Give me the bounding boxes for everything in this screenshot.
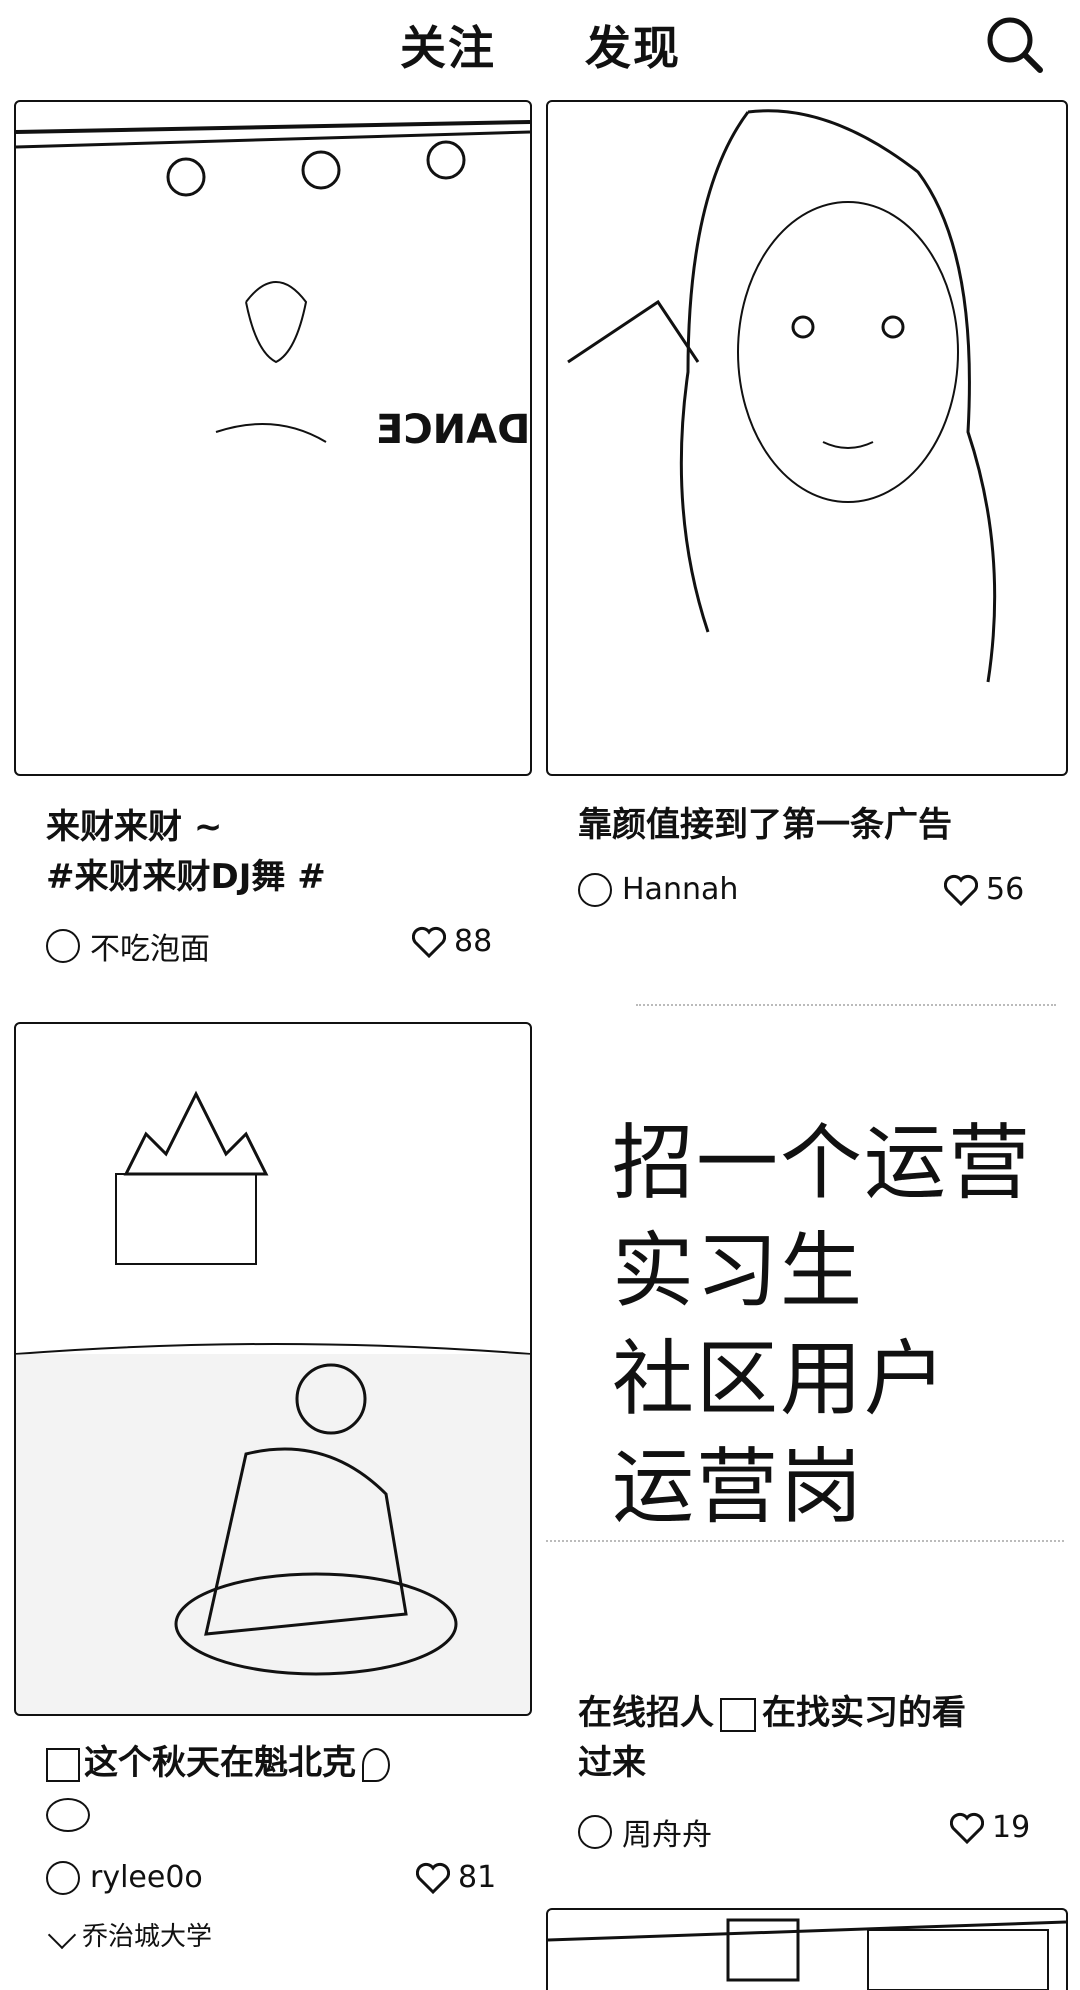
heart-icon — [412, 926, 446, 958]
like-count: 88 — [454, 924, 493, 959]
card-image-quebec[interactable] — [14, 1022, 532, 1716]
image-dance-text: DANCE — [376, 407, 531, 453]
school-icon — [47, 1920, 77, 1949]
heart-icon — [416, 1862, 450, 1894]
tab-follow[interactable]: 关注 — [400, 12, 496, 78]
card-title-text: 在线招人 — [578, 1693, 714, 1733]
card-author[interactable]: 不吃泡面 — [46, 924, 210, 968]
recruit-line: 社区用户 — [612, 1332, 949, 1427]
author-name: 不吃泡面 — [90, 932, 210, 967]
card-author[interactable]: rylee0o — [46, 1860, 203, 1895]
card-title[interactable]: 在线招人 在找实习的看 过来 — [578, 1688, 1048, 1788]
author-name: 周舟舟 — [622, 1818, 712, 1853]
heart-icon — [950, 1812, 984, 1844]
card-title-line: 在线招人 在找实习的看 — [578, 1688, 1048, 1738]
author-name: Hannah — [622, 872, 739, 907]
megaphone-icon — [720, 1697, 756, 1732]
author-name: rylee0o — [90, 1860, 203, 1895]
card-title-line: 这个秋天在魁北克 — [46, 1738, 516, 1788]
card-author[interactable]: Hannah — [578, 872, 738, 907]
thought-bubble-icon — [46, 1797, 90, 1832]
like-count: 56 — [986, 872, 1025, 907]
tab-discover[interactable]: 发现 — [585, 12, 681, 78]
school-tag[interactable]: 乔治城大学 — [47, 1916, 213, 1953]
card-title-text: 这个秋天在魁北克 — [84, 1743, 356, 1783]
school-name: 乔治城大学 — [82, 1922, 213, 1952]
card-title-line: 来财来财 ~ — [46, 807, 223, 847]
card-image-selfie[interactable] — [546, 100, 1068, 776]
card-title-line: #来财来财DJ舞 # — [46, 857, 326, 897]
card-title[interactable]: 靠颜值接到了第一条广告 — [578, 800, 1048, 850]
recruit-text: 招一个运营 实习生 社区用户 运营岗 — [612, 1110, 1032, 1542]
divider — [636, 1004, 1056, 1006]
card-author[interactable]: 周舟舟 — [578, 1810, 712, 1854]
like-button[interactable]: 88 — [412, 924, 492, 959]
card-title-text: 在找实习的看 — [762, 1693, 966, 1733]
like-count: 81 — [458, 1860, 497, 1895]
card-title[interactable]: 这个秋天在魁北克 — [46, 1738, 516, 1838]
like-button[interactable]: 56 — [944, 872, 1024, 907]
card-image-dance[interactable]: DANCE — [14, 100, 532, 776]
heart-icon — [944, 874, 978, 906]
like-button[interactable]: 19 — [950, 1810, 1030, 1845]
recruit-line: 招一个运营 — [612, 1116, 1033, 1211]
recruit-line: 实习生 — [612, 1224, 865, 1319]
like-count: 19 — [992, 1810, 1031, 1845]
card-title-line — [46, 1788, 516, 1838]
maple-leaf-icon — [46, 1747, 80, 1782]
leaf-icon — [362, 1747, 390, 1782]
avatar — [46, 929, 80, 963]
recruit-line: 运营岗 — [612, 1440, 865, 1535]
top-bar: 关注 发现 — [0, 0, 1080, 96]
search-icon[interactable] — [984, 14, 1044, 74]
card-title[interactable]: 来财来财 ~ #来财来财DJ舞 # — [46, 802, 506, 902]
avatar — [578, 872, 612, 907]
avatar — [46, 1860, 80, 1895]
like-button[interactable]: 81 — [416, 1860, 496, 1895]
card-title-line: 靠颜值接到了第一条广告 — [578, 805, 952, 845]
card-title-line: 过来 — [578, 1743, 646, 1783]
card-image-next[interactable] — [546, 1908, 1068, 1990]
avatar — [578, 1815, 612, 1849]
